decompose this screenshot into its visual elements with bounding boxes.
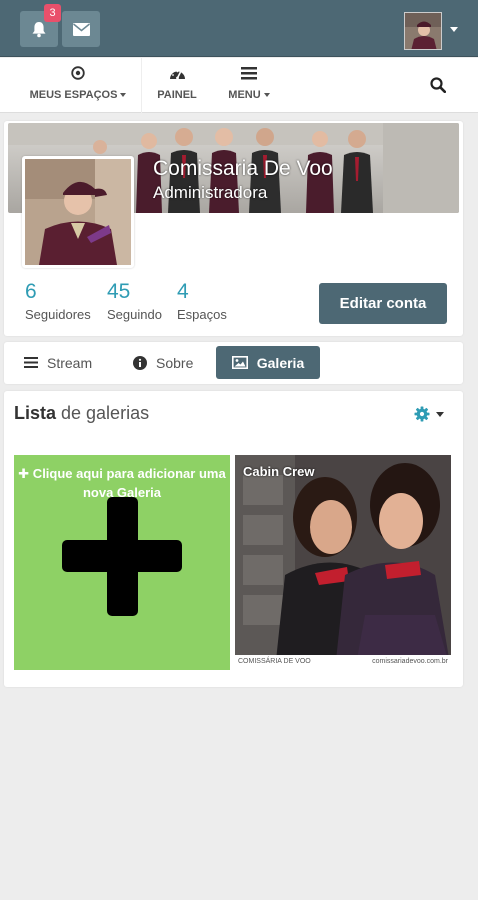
- nav-item-menu[interactable]: MENU: [216, 58, 282, 113]
- stat-label: Seguindo: [107, 307, 162, 322]
- profile-photo[interactable]: [22, 156, 134, 268]
- gallery-settings-button[interactable]: [414, 406, 444, 422]
- top-bar: 3: [0, 0, 478, 57]
- stat-value: 6: [25, 280, 37, 303]
- gallery-list-title: Lista de galerias: [14, 403, 149, 424]
- tab-stream[interactable]: Stream: [11, 346, 105, 379]
- nav-label: PAINEL: [157, 89, 197, 101]
- tab-galeria[interactable]: Galeria: [216, 346, 320, 379]
- bell-icon: [32, 21, 46, 37]
- gallery-item[interactable]: [235, 455, 451, 670]
- gallery-item-caption: Cabin Crew: [243, 464, 315, 479]
- tab-label: Stream: [47, 354, 93, 371]
- nav-label: MEUS ESPAÇOS: [29, 89, 118, 101]
- title-bold: Lista: [14, 403, 57, 423]
- messages-button[interactable]: [62, 11, 100, 47]
- target-icon: [71, 66, 85, 80]
- user-avatar[interactable]: [404, 12, 442, 50]
- stat-spaces[interactable]: 4 Espaços: [177, 280, 227, 322]
- stat-label: Seguidores: [25, 307, 91, 322]
- image-icon: [231, 356, 248, 369]
- search-icon: [430, 77, 447, 94]
- title-rest: de galerias: [56, 403, 150, 423]
- profile-name: Comissaria De Voo: [153, 157, 333, 180]
- add-gallery-text[interactable]: ✚ Clique aqui para adicionar uma nova Ga…: [14, 464, 230, 502]
- profile-role: Administradora: [153, 183, 268, 202]
- stat-followers[interactable]: 6 Seguidores: [25, 280, 91, 322]
- tab-label: Galeria: [256, 354, 305, 371]
- gear-icon: [414, 406, 430, 422]
- stat-label: Espaços: [177, 307, 227, 322]
- bars-icon: [24, 357, 38, 368]
- plus-icon-bar: [62, 540, 182, 572]
- stat-value: 45: [107, 280, 131, 303]
- caret-down-icon: [436, 411, 444, 417]
- notification-count-badge: 3: [44, 4, 61, 22]
- footer-left-text: COMISSÁRIA DE VOO: [238, 658, 311, 665]
- gallery-item-footer: COMISSÁRIA DE VOO comissariadevoo.com.br: [235, 655, 451, 670]
- caret-down-icon: [120, 93, 127, 98]
- edit-account-button[interactable]: Editar conta: [319, 283, 447, 324]
- stat-value: 4: [177, 280, 189, 303]
- caret-down-icon: [263, 93, 270, 98]
- nav-label: MENU: [228, 89, 261, 101]
- info-icon: [133, 355, 147, 370]
- search-button[interactable]: [430, 77, 447, 98]
- nav-item-painel[interactable]: PAINEL: [148, 58, 206, 113]
- footer-right-text: comissariadevoo.com.br: [372, 658, 448, 665]
- dashboard-icon: [169, 70, 185, 79]
- main-nav: MEUS ESPAÇOS PAINEL MENU: [0, 58, 478, 113]
- tab-sobre[interactable]: Sobre: [120, 346, 206, 379]
- nav-divider: [141, 58, 142, 113]
- envelope-icon: [72, 22, 90, 36]
- nav-item-meus-espacos[interactable]: MEUS ESPAÇOS: [24, 58, 132, 113]
- stat-following[interactable]: 45 Seguindo: [107, 280, 162, 322]
- tab-label: Sobre: [156, 354, 194, 371]
- user-menu-caret-icon[interactable]: [450, 27, 458, 32]
- list-icon: [241, 66, 257, 79]
- notifications-button[interactable]: 3: [20, 4, 61, 47]
